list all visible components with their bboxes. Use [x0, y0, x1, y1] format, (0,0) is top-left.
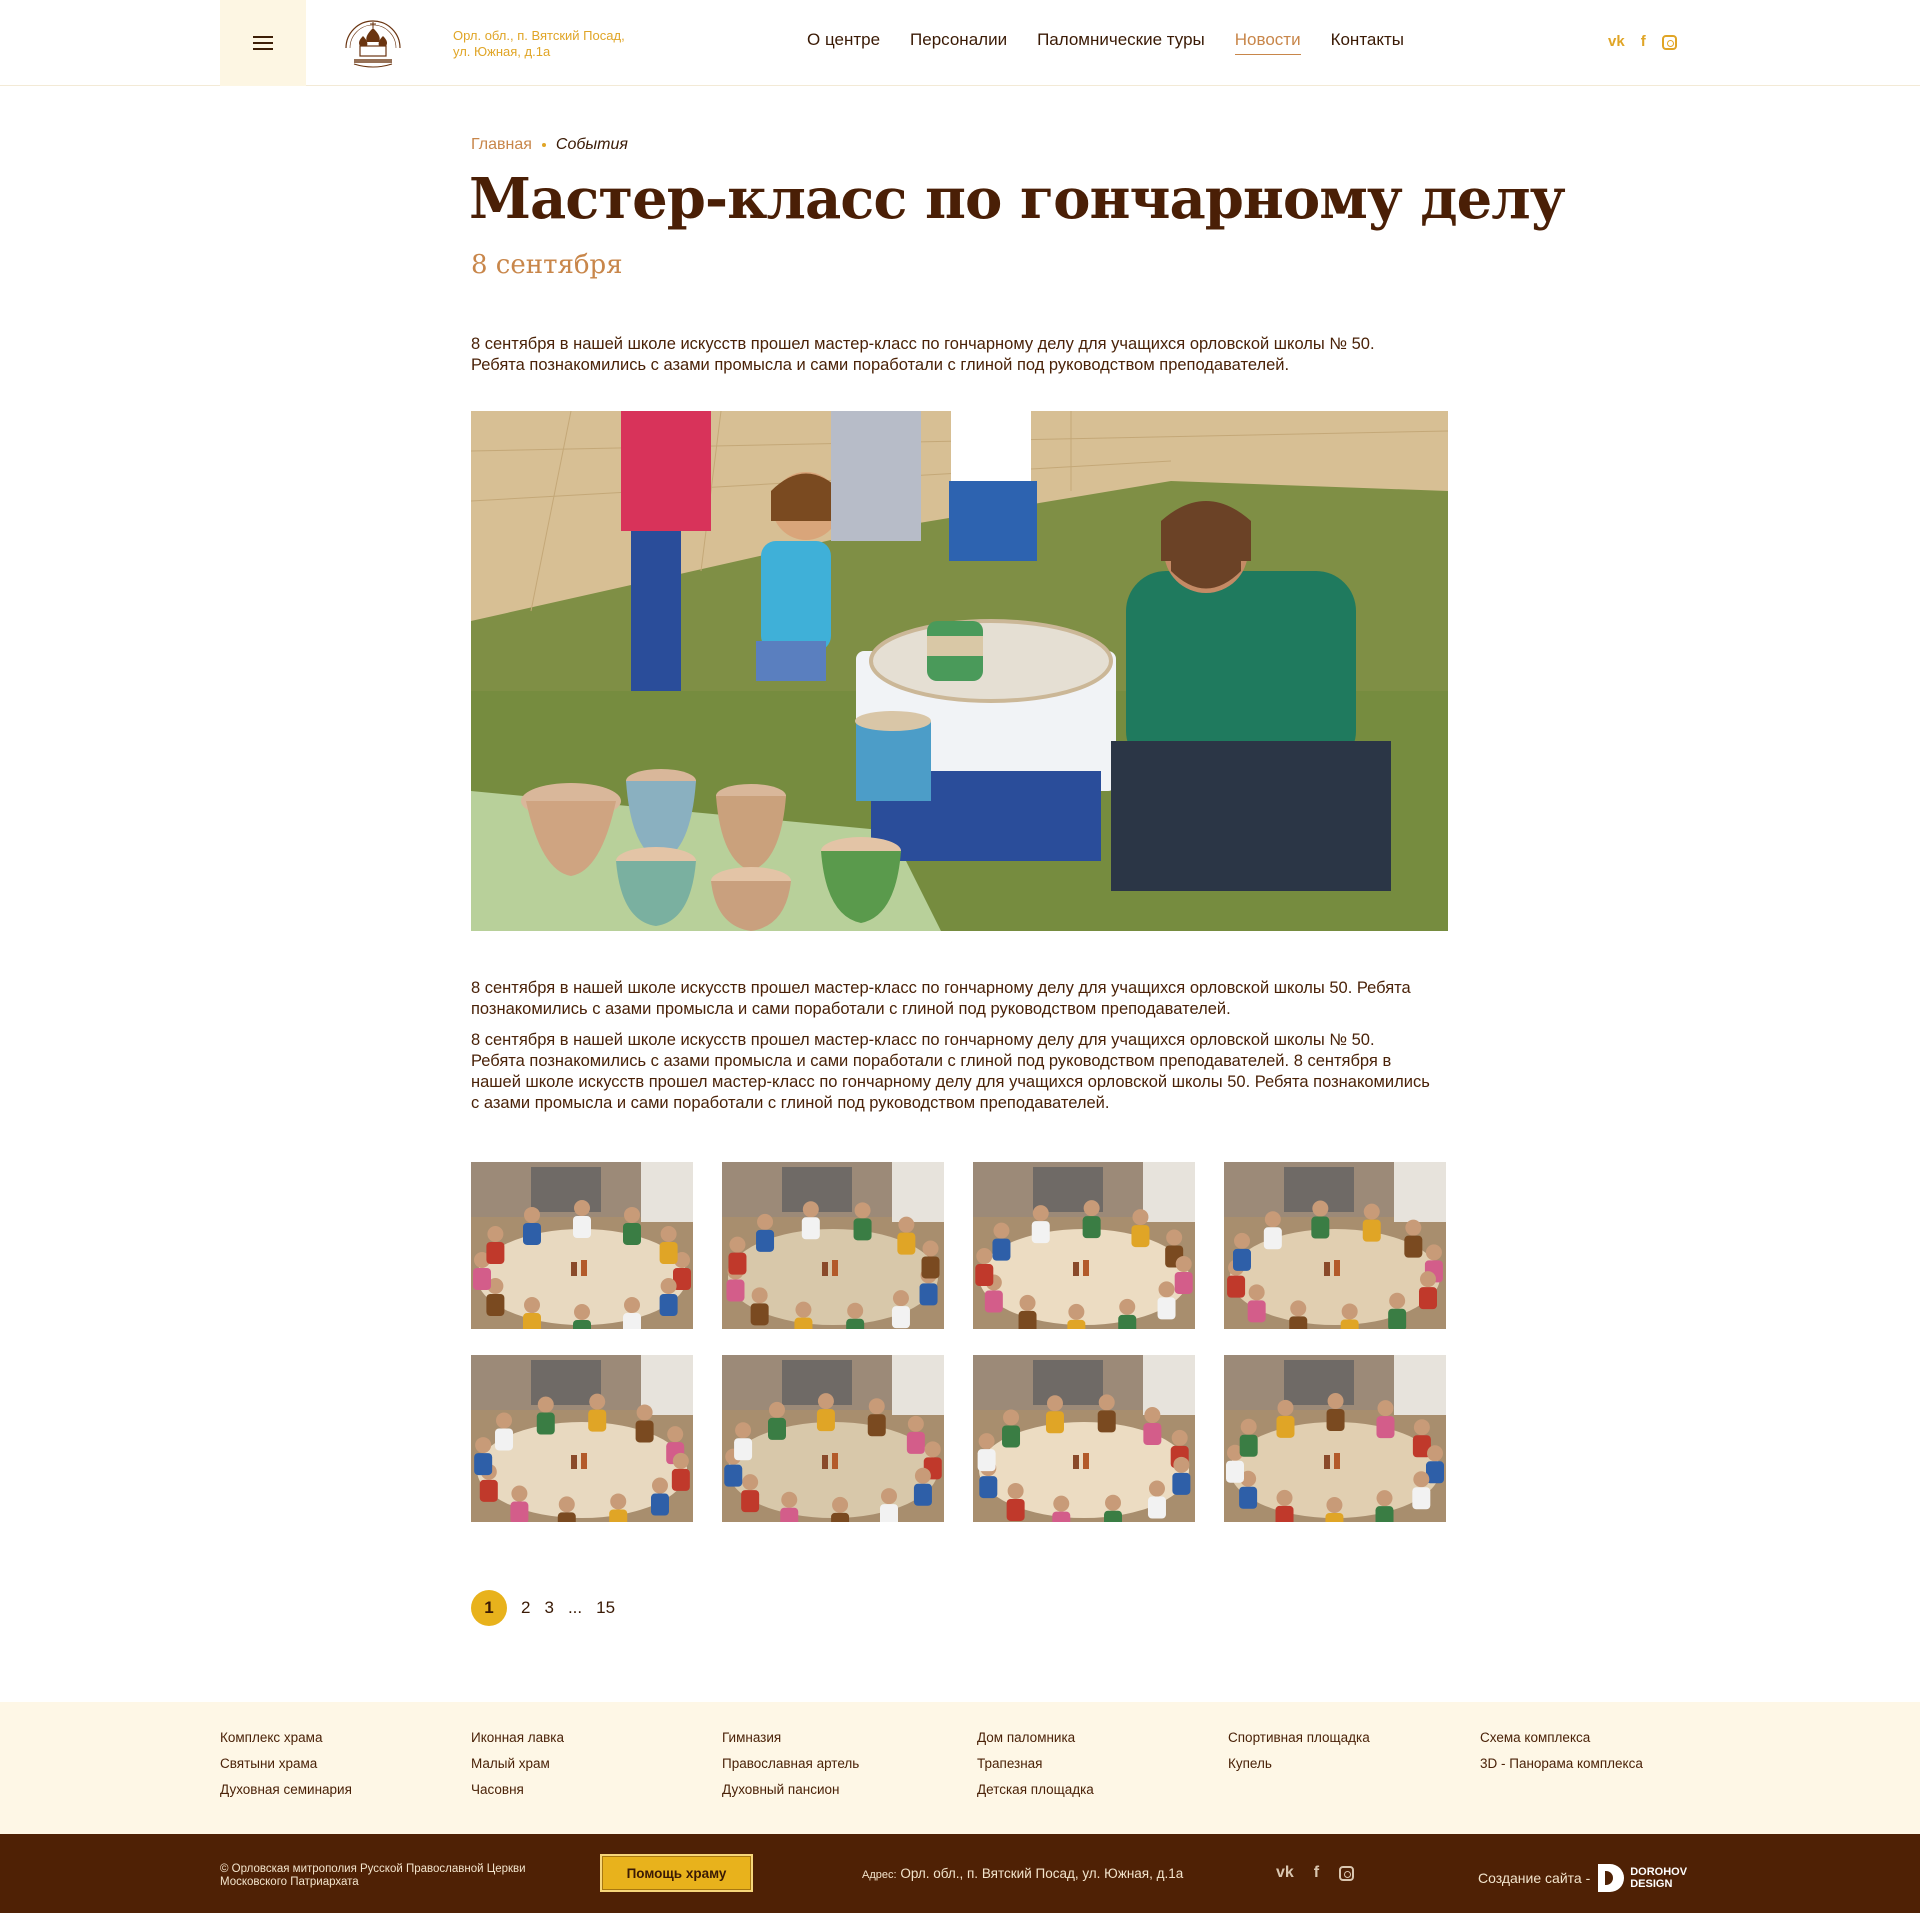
footer-address-text: Орл. обл., п. Вятский Посад, ул. Южная, … — [900, 1866, 1184, 1881]
gallery-thumb[interactable] — [471, 1355, 693, 1522]
page-link-last[interactable]: 15 — [596, 1598, 615, 1618]
facebook-icon[interactable]: f — [1314, 1864, 1319, 1882]
site-credit-label: Создание сайта - — [1478, 1870, 1591, 1886]
footer-link[interactable]: 3D - Панорама комплекса — [1480, 1756, 1643, 1772]
footer-link[interactable]: Часовня — [471, 1782, 564, 1798]
hamburger-icon — [253, 35, 273, 51]
page-ellipsis: ... — [567, 1598, 583, 1617]
help-temple-button[interactable]: Помощь храму — [600, 1854, 753, 1892]
footer-link[interactable]: Схема комплекса — [1480, 1730, 1643, 1746]
menu-button[interactable] — [220, 0, 306, 86]
site-credit: Создание сайта - DOROHOV DESIGN — [1478, 1864, 1687, 1892]
gallery-thumb-image — [471, 1355, 693, 1522]
vk-icon[interactable]: vk — [1276, 1864, 1294, 1882]
footer-link[interactable]: Духовный пансион — [722, 1782, 859, 1798]
footer-link[interactable]: Детская площадка — [977, 1782, 1094, 1798]
instagram-icon[interactable] — [1661, 34, 1677, 50]
page-link[interactable]: 3 — [544, 1598, 553, 1618]
gallery-thumb-image — [471, 1162, 693, 1329]
footer-bar: © Орловская митрополия Русской Православ… — [0, 1834, 1920, 1913]
gallery-thumb-image — [1224, 1355, 1446, 1522]
footer-address: Адрес: Орл. обл., п. Вятский Посад, ул. … — [862, 1866, 1183, 1881]
footer-column: Схема комплекса 3D - Панорама комплекса — [1480, 1730, 1643, 1782]
gallery-thumb[interactable] — [722, 1162, 944, 1329]
footer-address-label: Адрес: — [862, 1869, 897, 1881]
breadcrumb-home[interactable]: Главная — [471, 136, 532, 154]
footer-link[interactable]: Спортивная площадка — [1228, 1730, 1370, 1746]
gallery-thumb[interactable] — [973, 1355, 1195, 1522]
footer-link[interactable]: Православная артель — [722, 1756, 859, 1772]
gallery-thumb-image — [973, 1355, 1195, 1522]
main-nav: О центре Персоналии Паломнические туры Н… — [807, 30, 1404, 55]
studio-logo-icon — [1598, 1864, 1625, 1892]
studio-name-line1: DOROHOV — [1630, 1866, 1688, 1878]
footer-column: Спортивная площадка Купель — [1228, 1730, 1370, 1782]
site-logo[interactable] — [336, 14, 410, 74]
footer-column: Гимназия Православная артель Духовный па… — [722, 1730, 859, 1808]
footer-column: Дом паломника Трапезная Детская площадка — [977, 1730, 1094, 1808]
nav-item-news[interactable]: Новости — [1234, 30, 1301, 55]
footer-link[interactable]: Святыни храма — [220, 1756, 352, 1772]
site-header: Орл. обл., п. Вятский Посад, ул. Южная, … — [0, 0, 1920, 86]
gallery-thumb-image — [1224, 1162, 1446, 1329]
gallery-thumb[interactable] — [1224, 1162, 1446, 1329]
studio-logo-text: DOROHOV DESIGN — [1630, 1866, 1687, 1890]
facebook-icon[interactable]: f — [1641, 32, 1646, 52]
footer-link[interactable]: Дом паломника — [977, 1730, 1094, 1746]
footer-link[interactable]: Комплекс храма — [220, 1730, 352, 1746]
nav-item-persons[interactable]: Персоналии — [910, 30, 1007, 55]
gallery-thumb-image — [722, 1162, 944, 1329]
instagram-icon[interactable] — [1339, 1865, 1355, 1881]
footer-link[interactable]: Гимназия — [722, 1730, 859, 1746]
breadcrumb-current: События — [555, 136, 628, 153]
article-paragraph-1: 8 сентября в нашей школе искусств прошел… — [471, 335, 1375, 374]
breadcrumb-separator — [541, 143, 546, 147]
article-main-photo[interactable] — [471, 411, 1448, 931]
page-current[interactable]: 1 — [471, 1590, 507, 1626]
gallery-thumb[interactable] — [1224, 1355, 1446, 1522]
footer-links: Комплекс храма Святыни храма Духовная се… — [0, 1702, 1920, 1834]
studio-name-line2: DESIGN — [1630, 1878, 1673, 1890]
gallery-thumb[interactable] — [973, 1162, 1195, 1329]
footer-social: vk f — [1276, 1864, 1355, 1882]
gallery-thumb-image — [973, 1162, 1195, 1329]
page-link[interactable]: 2 — [521, 1598, 530, 1618]
footer-column: Комплекс храма Святыни храма Духовная се… — [220, 1730, 352, 1808]
header-address: Орл. обл., п. Вятский Посад, ул. Южная, … — [453, 28, 625, 59]
studio-logo[interactable]: DOROHOV DESIGN — [1598, 1864, 1687, 1892]
article-paragraph-2: 8 сентября в нашей школе искусств прошел… — [471, 979, 1411, 1018]
breadcrumb: Главная События — [471, 136, 628, 154]
nav-item-tours[interactable]: Паломнические туры — [1037, 30, 1205, 55]
pagination: 1 2 3 ... 15 — [471, 1590, 615, 1626]
nav-item-contacts[interactable]: Контакты — [1331, 30, 1404, 55]
footer-link[interactable]: Иконная лавка — [471, 1730, 564, 1746]
article-date: 8 сентября — [471, 250, 623, 280]
footer-link[interactable]: Малый храм — [471, 1756, 564, 1772]
gallery-thumb[interactable] — [471, 1162, 693, 1329]
footer-link[interactable]: Трапезная — [977, 1756, 1094, 1772]
footer-link[interactable]: Духовная семинария — [220, 1782, 352, 1798]
footer-column: Иконная лавка Малый храм Часовня — [471, 1730, 564, 1808]
gallery-thumb[interactable] — [722, 1355, 944, 1522]
vk-icon[interactable]: vk — [1608, 32, 1625, 52]
nav-item-about[interactable]: О центре — [807, 30, 880, 55]
gallery-thumb-image — [722, 1355, 944, 1522]
footer-link[interactable]: Купель — [1228, 1756, 1370, 1772]
header-social: vk f — [1608, 32, 1677, 52]
page-title: Мастер-класс по гончарному делу — [469, 166, 1566, 232]
copyright: © Орловская митрополия Русской Православ… — [220, 1863, 526, 1888]
article-paragraph-3: 8 сентября в нашей школе искусств прошел… — [471, 1031, 1430, 1112]
